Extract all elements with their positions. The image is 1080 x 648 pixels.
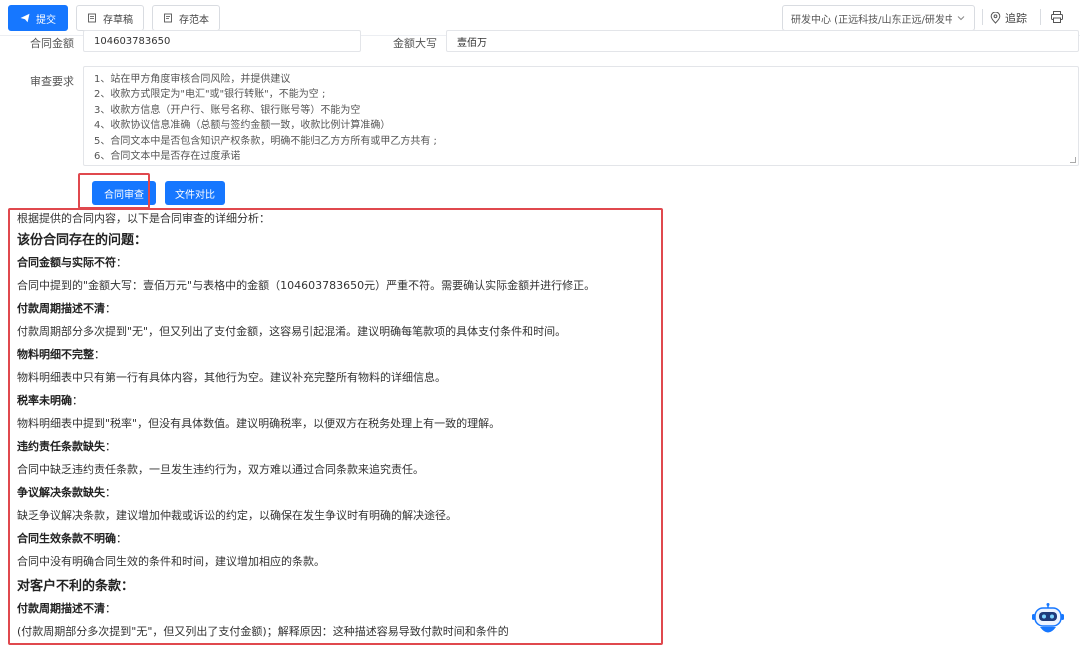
review-line: 3、收款方信息（开户行、账号名称、银行账号等）不能为空 [94,104,361,116]
issue-text: 物料明细表中只有第一行有具体内容，其他行为空。建议补充完整所有物料的详细信息。 [17,371,446,384]
review-line: 1、站在甲方角度审核合同风险，并提供建议 [94,74,291,85]
robot-assistant-icon[interactable] [1030,602,1066,638]
template-icon [164,13,172,23]
chevron-down-icon [957,16,965,21]
issues-heading: 该份合同存在的问题： [17,233,148,248]
issue-text: 合同中缺乏违约责任条款，一旦发生违约行为，双方难以通过合同条款来追究责任。 [17,463,424,476]
issue-title: 税率未明确： [17,394,83,407]
submit-button[interactable]: 提交 [8,5,68,31]
issue-title: 争议解决条款缺失： [17,486,116,499]
review-result-panel: 根据提供的合同内容，以下是合同审查的详细分析： 该份合同存在的问题： 合同金额与… [8,208,663,645]
toolbar-divider [1040,9,1041,25]
amount-label: 合同金额 [30,37,74,50]
review-line: 6、合同文本中是否存在过度承诺 [94,151,241,163]
location-icon [990,12,1001,24]
send-icon [20,13,30,23]
unfavorable-title: 付款周期描述不清： [17,602,116,615]
print-icon[interactable] [1050,10,1064,24]
issue-title: 物料明细不完整： [17,348,105,361]
amount-upper-value: 壹佰万 [457,37,487,49]
issue-text: 付款周期部分多次提到"无"，但又列出了支付金额，这容易引起混淆。建议明确每笔款项… [17,325,567,338]
review-line: 2、收款方式限定为"电汇"或"银行转账"，不能为空 ; [94,89,326,101]
toolbar-divider [982,9,983,25]
draft-icon [88,13,96,23]
unfavorable-heading: 对客户不利的条款： [17,579,135,594]
submit-label: 提交 [36,14,56,26]
amount-upper-input[interactable]: 壹佰万 [446,30,1079,52]
issue-text: 缺乏争议解决条款，建议增加仲裁或诉讼的约定，以确保在发生争议时有明确的解决途径。 [17,509,457,522]
save-draft-label: 存草稿 [103,14,133,26]
issue-title: 违约责任条款缺失： [17,440,116,453]
org-select-value: 研发中心 (正远科技/山东正远/研发中 [791,14,952,26]
save-draft-button[interactable]: 存草稿 [76,5,144,31]
amount-upper-label: 金额大写 [393,37,437,50]
review-requirements-label: 审查要求 [30,75,74,88]
trace-label: 追踪 [1005,12,1027,25]
review-line: 5、合同文本中是否包含知识产权条款，明确不能归乙方方所有或甲乙方共有 ; [94,135,437,147]
save-template-button[interactable]: 存范本 [152,5,220,31]
amount-value: 104603783650 [94,35,171,47]
highlight-box [78,173,150,209]
issue-text: 物料明细表中提到"税率"，但没有具体数值。建议明确税率，以便双方在税务处理上有一… [17,417,501,430]
issue-text: 合同中没有明确合同生效的条件和时间，建议增加相应的条款。 [17,555,325,568]
result-intro: 根据提供的合同内容，以下是合同审查的详细分析： [17,212,270,225]
review-line: 4、收款协议信息准确（总额与签约金额一致，收款比例计算准确） [94,120,391,132]
file-compare-button[interactable]: 文件对比 [165,181,225,205]
trace-button[interactable]: 追踪 [990,5,1027,31]
issue-title: 合同金额与实际不符： [17,256,127,269]
amount-input[interactable]: 104603783650 [83,30,361,52]
unfavorable-text: (付款周期部分多次提到"无"，但又列出了支付金额)；解释原因：这种描述容易导致付… [17,625,509,638]
org-select[interactable]: 研发中心 (正远科技/山东正远/研发中 [782,5,975,31]
issue-text: 合同中提到的"金额大写：壹佰万元"与表格中的金额（104603783650元）严… [17,279,596,292]
file-compare-label: 文件对比 [175,189,215,201]
save-template-label: 存范本 [179,14,209,26]
issue-title: 合同生效条款不明确： [17,532,127,545]
issue-title: 付款周期描述不清： [17,302,116,315]
review-requirements-textarea[interactable]: 1、站在甲方角度审核合同风险，并提供建议 2、收款方式限定为"电汇"或"银行转账… [83,66,1079,166]
resize-handle[interactable] [1070,157,1076,163]
